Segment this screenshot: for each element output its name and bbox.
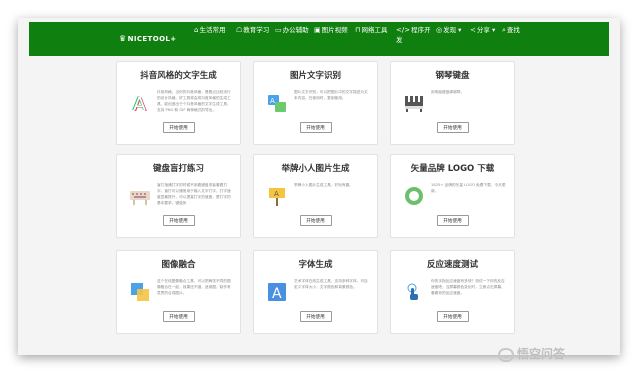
image-text-ocr-icon: A [268, 95, 286, 112]
logo-text: NICETOOL+ [127, 35, 177, 43]
nav-label: 发现 ▾ [443, 26, 462, 34]
watermark: 悟空问答 [498, 345, 628, 369]
svg-text:A: A [270, 97, 275, 105]
nav-label: 生活常用 [199, 26, 226, 34]
briefcase-icon: ▭ [275, 26, 282, 34]
nav-item-share[interactable]: ≺分享 ▾ [470, 25, 502, 35]
graduation-cap-icon: ☖ [236, 26, 243, 34]
nav-item-life[interactable]: ⌂生活常用 [194, 25, 232, 35]
tool-card: 矢量品牌 LOGO 下载 1825+ 品牌的矢量 LOGO 免费下载，今天更新。… [390, 154, 515, 238]
card-title: 抖音风格的文字生成 [140, 71, 217, 81]
card-description: 抖音风格，当你的抖音风格，蓬着点比较流行的设计风格。好工具将会将抖音风格的生成工… [157, 90, 231, 112]
letter-a-glitch-icon: A A A [132, 93, 147, 115]
tool-card: 钢琴键盘 用电脑键盘弹钢琴。 开始使用 [390, 61, 515, 145]
crown-icon: ♛ [119, 34, 127, 43]
nav-item-office[interactable]: ▭办公辅助 [275, 25, 311, 35]
card-description: 用电脑键盘弹钢琴。 [431, 90, 465, 94]
browser-frame: ♛NICETOOL+ ⌂生活常用 ☖教育学习 ▭办公辅助 ▣图片视频 ⊓网络工具… [18, 18, 620, 355]
start-button[interactable]: 开始使用 [162, 311, 195, 322]
tool-card: 键盘盲打练习 盲打指通打字的时候不用看键盘或者看着打字。盲打可以通常用于输入文字… [116, 154, 241, 238]
watermark-text: 悟空问答 [517, 347, 566, 361]
tool-card: 举牌小人图片生成 A 举牌小人图片生成工具，好玩有趣。 开始使用 [253, 154, 378, 238]
nav-item-network[interactable]: ⊓网络工具 [355, 25, 393, 35]
card-description: 举牌小人图片生成工具，好玩有趣。 [294, 183, 353, 187]
font-a-icon: A [268, 283, 286, 302]
start-button[interactable]: 开始使用 [162, 122, 195, 133]
card-description: 图片文字识别，可以把图片中的文字描述为文本内容，在使用时，复制使用。 [294, 90, 368, 100]
search-icon: ⌕ [502, 26, 506, 34]
card-title: 反应速度测试 [426, 260, 478, 270]
svg-text:A: A [272, 286, 282, 302]
keyboard-icon [130, 191, 150, 205]
top-nav-bar: ♛NICETOOL+ ⌂生活常用 ☖教育学习 ▭办公辅助 ▣图片视频 ⊓网络工具… [29, 22, 609, 56]
nav-label: 教育学习 [243, 26, 270, 34]
nav-item-search[interactable]: ⌕查找 [502, 25, 532, 35]
card-title: 键盘盲打练习 [152, 164, 204, 174]
card-description: 盲打指通打字的时候不用看键盘或者看着打字。盲打可以通常用于输入文字打字，打字速度… [157, 183, 231, 205]
home-icon: ⌂ [194, 26, 199, 34]
nav-item-dev[interactable]: </>程序开发 [396, 25, 434, 45]
svg-text:A: A [274, 190, 279, 198]
card-description: 这个在线图像融合工具，可以把两张不同的图像融合在一起，效果还不错。适用图，制作有… [157, 279, 231, 295]
tool-card: 抖音风格的文字生成 A A A 抖音风格，当你的抖音风格，蓬着点比较流行的设计风… [116, 61, 241, 145]
tool-card: 图片文字识别 A 图片文字识别，可以把图片中的文字描述为文本内容，在使用时，复制… [253, 61, 378, 145]
nav-item-education[interactable]: ☖教育学习 [236, 25, 274, 35]
code-icon: </> [396, 26, 411, 34]
card-title: 图像融合 [161, 260, 196, 270]
card-description: 1825+ 品牌的矢量 LOGO 免费下载，今天更新。 [431, 183, 506, 193]
start-button[interactable]: 开始使用 [299, 122, 332, 133]
tool-card: 字体生成 A 艺术字体在线生成工具，支持多种字体，可自定义字体大小，文字颜色和背… [253, 250, 378, 334]
nav-label: 查找 [506, 26, 520, 34]
chat-bubble-icon [498, 347, 514, 362]
image-blend-icon [131, 283, 149, 301]
nav-item-discover[interactable]: ◎发现 ▾ [436, 25, 466, 35]
card-title: 字体生成 [298, 260, 333, 270]
nav-item-media[interactable]: ▣图片视频 [314, 25, 352, 35]
card-description: 你的手指反应速度有多快？测试一下你的反应速度吧，当屏幕颜色变化时，立即点击屏幕，… [431, 279, 505, 295]
nav-label: 网络工具 [361, 26, 388, 34]
start-button[interactable]: 开始使用 [162, 215, 195, 226]
nav-label: 办公辅助 [282, 26, 309, 34]
start-button[interactable]: 开始使用 [436, 122, 469, 133]
tool-card: 反应速度测试 你的手指反应速度有多快？测试一下你的反应速度吧，当屏幕颜色变化时，… [390, 250, 515, 334]
site-logo[interactable]: ♛NICETOOL+ [119, 34, 177, 44]
card-title: 图片文字识别 [289, 71, 341, 81]
start-button[interactable]: 开始使用 [436, 215, 469, 226]
start-button[interactable]: 开始使用 [299, 215, 332, 226]
compass-icon: ◎ [436, 26, 443, 34]
card-description: 艺术字体在线生成工具，支持多种字体，可自定义字体大小，文字颜色和背景颜色。 [294, 279, 368, 289]
card-title: 举牌小人图片生成 [281, 164, 350, 174]
ring-logo-icon [405, 187, 423, 205]
card-title: 矢量品牌 LOGO 下载 [410, 164, 495, 174]
tap-finger-icon [407, 283, 418, 300]
sign-holding-person-icon: A [269, 188, 285, 206]
card-title: 钢琴键盘 [435, 71, 470, 81]
start-button[interactable]: 开始使用 [436, 311, 469, 322]
image-icon: ▣ [314, 26, 321, 34]
network-icon: ⊓ [355, 26, 361, 34]
nav-label: 图片视频 [321, 26, 348, 34]
start-button[interactable]: 开始使用 [299, 311, 332, 322]
share-icon: ≺ [470, 26, 476, 34]
svg-text:A: A [133, 94, 146, 115]
piano-icon [405, 96, 423, 112]
nav-label: 分享 ▾ [476, 26, 496, 34]
tool-card: 图像融合 这个在线图像融合工具，可以把两张不同的图像融合在一起，效果还不错。适用… [116, 250, 241, 334]
